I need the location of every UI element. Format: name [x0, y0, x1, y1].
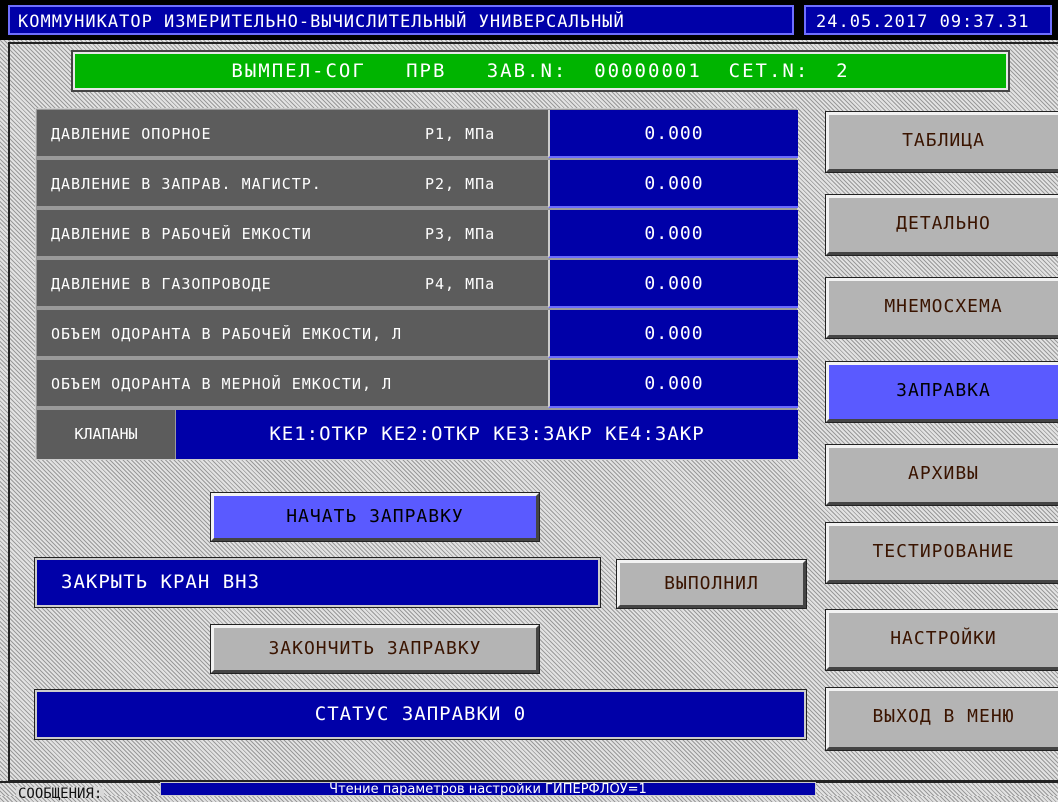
param-label-work-volume: ОБЪЕМ ОДОРАНТА В РАБОЧЕЙ ЕМКОСТИ, Л: [37, 310, 548, 358]
nav-table-button[interactable]: ТАБЛИЦА: [826, 112, 1058, 172]
nav-settings-button[interactable]: НАСТРОЙКИ: [826, 610, 1058, 670]
param-name: ДАВЛЕНИЕ В РАБОЧЕЙ ЕМКОСТИ: [51, 225, 312, 243]
instruction-message: ЗАКРЫТЬ КРАН ВНЗ: [35, 558, 600, 607]
app-title: КОММУНИКАТОР ИЗМЕРИТЕЛЬНО-ВЫЧИСЛИТЕЛЬНЫЙ…: [8, 5, 794, 35]
refuel-status: СТАТУС ЗАПРАВКИ 0: [35, 690, 806, 739]
param-name: ДАВЛЕНИЕ ОПОРНОЕ: [51, 125, 212, 143]
valves-label: КЛАПАНЫ: [37, 410, 175, 459]
param-unit: P1, МПа: [425, 125, 496, 143]
datetime-display: 24.05.2017 09:37.31: [804, 5, 1052, 35]
param-label-p3: ДАВЛЕНИЕ В РАБОЧЕЙ ЕМКОСТИ P3, МПа: [37, 210, 548, 258]
param-name: ОБЪЕМ ОДОРАНТА В РАБОЧЕЙ ЕМКОСТИ, Л: [51, 325, 403, 343]
param-value-p1: 0.000: [548, 110, 798, 158]
messages-text: Чтение параметров настройки ГИПЕРФЛОУ=1: [160, 782, 816, 796]
nav-refuel-button[interactable]: ЗАПРАВКА: [826, 362, 1058, 422]
nav-mnemonic-button[interactable]: МНЕМОСХЕМА: [826, 278, 1058, 338]
device-header: ВЫМПЕЛ-СОГ ПРВ ЗАВ.N: 00000001 СЕТ.N: 2: [73, 52, 1008, 90]
param-label-p4: ДАВЛЕНИЕ В ГАЗОПРОВОДЕ P4, МПа: [37, 260, 548, 308]
param-label-p2: ДАВЛЕНИЕ В ЗАПРАВ. МАГИСТР. P2, МПа: [37, 160, 548, 208]
parameter-table: ДАВЛЕНИЕ ОПОРНОЕ P1, МПа 0.000 ДАВЛЕНИЕ В…: [35, 108, 798, 460]
param-label-measure-volume: ОБЪЕМ ОДОРАНТА В МЕРНОЙ ЕМКОСТИ, Л: [37, 360, 548, 408]
nav-testing-button[interactable]: ТЕСТИРОВАНИЕ: [826, 523, 1058, 583]
param-unit: P4, МПа: [425, 275, 496, 293]
param-name: ДАВЛЕНИЕ В ЗАПРАВ. МАГИСТР.: [51, 175, 322, 193]
nav-archives-button[interactable]: АРХИВЫ: [826, 445, 1058, 505]
param-value-work-volume: 0.000: [548, 310, 798, 358]
valves-status: КЕ1:ОТКР КЕ2:ОТКР КЕ3:ЗАКР КЕ4:ЗАКР: [176, 410, 798, 459]
nav-exit-menu-button[interactable]: ВЫХОД В МЕНЮ: [826, 688, 1058, 750]
nav-detail-button[interactable]: ДЕТАЛЬНО: [826, 195, 1058, 255]
param-value-p2: 0.000: [548, 160, 798, 208]
param-name: ДАВЛЕНИЕ В ГАЗОПРОВОДЕ: [51, 275, 272, 293]
param-value-p4: 0.000: [548, 260, 798, 308]
start-refuel-button[interactable]: НАЧАТЬ ЗАПРАВКУ: [211, 493, 539, 541]
param-value-p3: 0.000: [548, 210, 798, 258]
param-unit: P2, МПа: [425, 175, 496, 193]
param-name: ОБЪЕМ ОДОРАНТА В МЕРНОЙ ЕМКОСТИ, Л: [51, 375, 393, 393]
param-unit: P3, МПа: [425, 225, 496, 243]
finish-refuel-button[interactable]: ЗАКОНЧИТЬ ЗАПРАВКУ: [211, 625, 539, 673]
param-value-measure-volume: 0.000: [548, 360, 798, 408]
param-label-p1: ДАВЛЕНИЕ ОПОРНОЕ P1, МПа: [37, 110, 548, 158]
messages-label: СООБЩЕНИЯ:: [16, 786, 105, 802]
done-button[interactable]: ВЫПОЛНИЛ: [617, 560, 806, 608]
